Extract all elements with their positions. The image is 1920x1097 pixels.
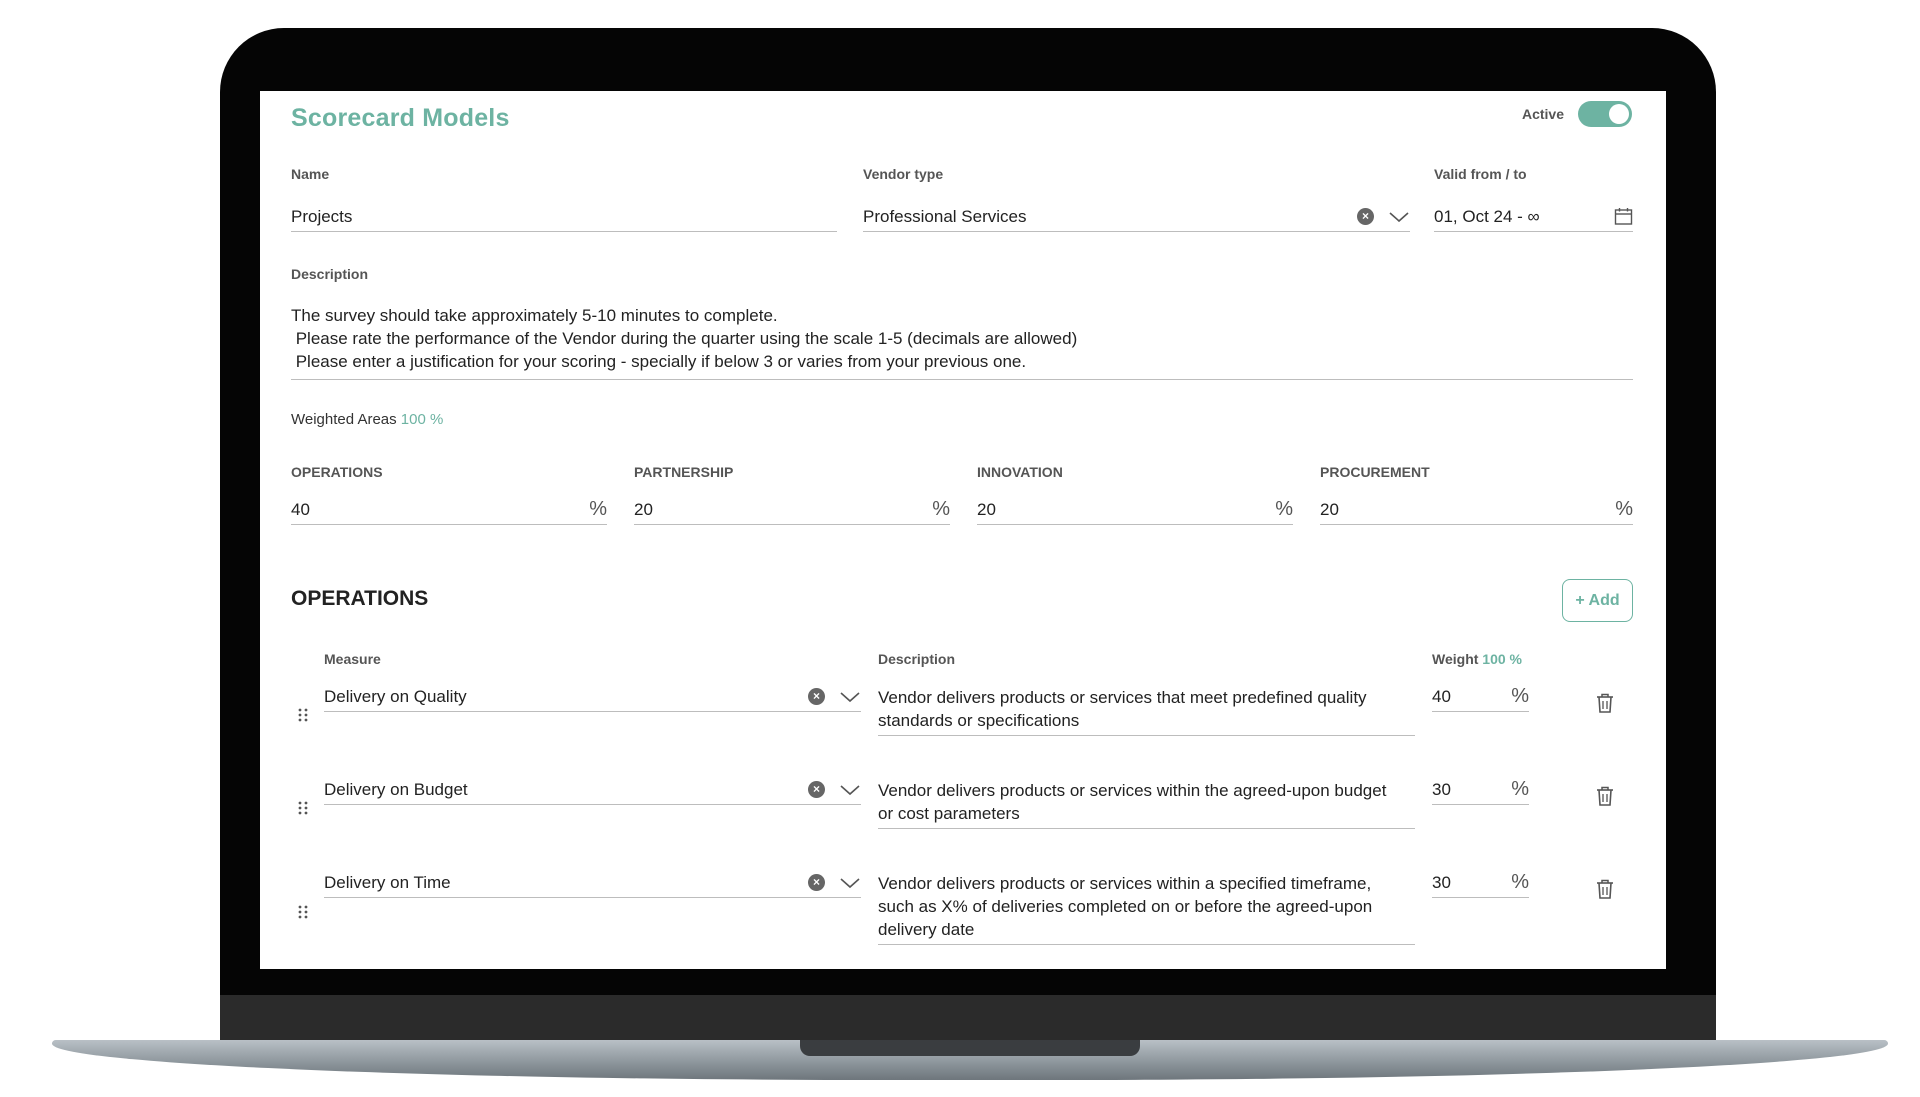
calendar-icon[interactable]: [1614, 207, 1633, 226]
table-row: Delivery on Budget × Vendor delivers pro…: [260, 775, 1666, 875]
measure-description-line: Vendor delivers products or services wit…: [878, 781, 1387, 800]
clear-icon[interactable]: ×: [808, 781, 825, 798]
percent-icon: %: [589, 498, 607, 520]
weighted-areas-header: Weighted Areas 100 %: [291, 411, 443, 428]
area-input-operations[interactable]: 40 %: [291, 495, 607, 525]
drag-handle-icon[interactable]: [297, 904, 309, 920]
valid-value: 01, Oct 24 - ∞: [1434, 206, 1540, 226]
measure-description-line: such as X% of deliveries completed on or…: [878, 897, 1373, 916]
trash-icon[interactable]: [1596, 693, 1614, 713]
trash-icon[interactable]: [1596, 879, 1614, 899]
table-row: Delivery on Time × Vendor delivers produ…: [260, 868, 1666, 969]
active-label: Active: [1521, 106, 1564, 122]
clear-icon[interactable]: ×: [808, 874, 825, 891]
weight-value: 40: [1432, 686, 1451, 706]
measure-description-line: delivery date: [878, 920, 975, 939]
description-label: Description: [291, 266, 369, 282]
percent-icon: %: [1511, 871, 1529, 893]
measure-select[interactable]: Delivery on Budget ×: [324, 775, 861, 805]
weight-input[interactable]: 40 %: [1432, 682, 1529, 712]
laptop-notch: [800, 1040, 1140, 1056]
active-toggle-group: Active: [1522, 101, 1632, 127]
trash-icon[interactable]: [1596, 786, 1614, 806]
percent-icon: %: [1275, 498, 1293, 520]
measure-description-line: Vendor delivers products or services wit…: [878, 874, 1372, 893]
measure-value: Delivery on Budget: [324, 779, 468, 799]
toggle-knob: [1609, 104, 1629, 124]
weight-value: 30: [1432, 872, 1451, 892]
measure-value: Delivery on Quality: [324, 686, 467, 706]
description-line: The survey should take approximately 5-1…: [291, 306, 778, 325]
area-input-innovation[interactable]: 20 %: [977, 495, 1293, 525]
col-header-description: Description: [878, 651, 956, 667]
percent-icon: %: [1511, 778, 1529, 800]
measure-value: Delivery on Time: [324, 872, 451, 892]
area-label-partnership: PARTNERSHIP: [634, 464, 734, 480]
area-label-procurement: PROCUREMENT: [1320, 464, 1430, 480]
weight-input[interactable]: 30 %: [1432, 868, 1529, 898]
measure-select[interactable]: Delivery on Time ×: [324, 868, 861, 898]
drag-handle-icon[interactable]: [297, 800, 309, 816]
measure-description-field[interactable]: Vendor delivers products or services wit…: [878, 872, 1415, 945]
vendor-type-label: Vendor type: [863, 166, 944, 182]
col-header-measure: Measure: [324, 651, 381, 667]
page-title: Scorecard Models: [291, 104, 510, 132]
weighted-areas-label: Weighted Areas: [291, 411, 397, 428]
measure-description-field[interactable]: Vendor delivers products or services wit…: [878, 779, 1415, 829]
chevron-down-icon[interactable]: [825, 783, 861, 797]
description-line: Please rate the performance of the Vendo…: [291, 329, 1078, 348]
name-field[interactable]: Projects: [291, 202, 837, 232]
percent-icon: %: [1615, 498, 1633, 520]
chevron-down-icon[interactable]: [825, 876, 861, 890]
weight-input[interactable]: 30 %: [1432, 775, 1529, 805]
valid-label: Valid from / to: [1434, 166, 1527, 182]
description-textarea[interactable]: The survey should take approximately 5-1…: [291, 304, 1633, 380]
clear-icon[interactable]: ×: [808, 688, 825, 705]
area-label-operations: OPERATIONS: [291, 464, 383, 480]
measure-description-line: Vendor delivers products or services tha…: [878, 688, 1367, 707]
area-input-procurement[interactable]: 20 %: [1320, 495, 1633, 525]
name-label: Name: [291, 166, 330, 182]
valid-date-field[interactable]: 01, Oct 24 - ∞: [1434, 202, 1633, 232]
measure-description-field[interactable]: Vendor delivers products or services tha…: [878, 686, 1415, 736]
area-label-innovation: INNOVATION: [977, 464, 1063, 480]
drag-handle-icon[interactable]: [297, 707, 309, 723]
area-value: 40: [291, 499, 310, 519]
vendor-type-select[interactable]: Professional Services ×: [863, 202, 1410, 232]
area-value: 20: [634, 499, 653, 519]
area-value: 20: [977, 499, 996, 519]
area-value: 20: [1320, 499, 1339, 519]
active-toggle[interactable]: [1578, 101, 1632, 127]
weighted-areas-total: 100 %: [400, 411, 444, 428]
vendor-type-value: Professional Services: [863, 206, 1027, 226]
area-input-partnership[interactable]: 20 %: [634, 495, 950, 525]
section-title: OPERATIONS: [291, 587, 429, 610]
measure-select[interactable]: Delivery on Quality ×: [324, 682, 861, 712]
app-screen: Scorecard Models Active Name Projects Ve…: [260, 91, 1666, 969]
weight-header-total: 100 %: [1482, 651, 1522, 667]
clear-icon[interactable]: ×: [1357, 208, 1374, 225]
chevron-down-icon[interactable]: [1374, 210, 1410, 224]
measure-description-line: standards or specifications: [878, 711, 1080, 730]
col-header-weight: Weight 100 %: [1432, 651, 1522, 667]
laptop-chin: [220, 995, 1716, 1043]
weight-header-label: Weight: [1432, 651, 1479, 667]
chevron-down-icon[interactable]: [825, 690, 861, 704]
add-measure-button[interactable]: + Add: [1562, 579, 1633, 622]
weight-value: 30: [1432, 779, 1451, 799]
description-line: Please enter a justification for your sc…: [291, 352, 1027, 371]
measure-description-line: or cost parameters: [878, 804, 1020, 823]
table-row: Delivery on Quality × Vendor delivers pr…: [260, 682, 1666, 782]
name-value: Projects: [291, 206, 353, 226]
percent-icon: %: [932, 498, 950, 520]
percent-icon: %: [1511, 685, 1529, 707]
